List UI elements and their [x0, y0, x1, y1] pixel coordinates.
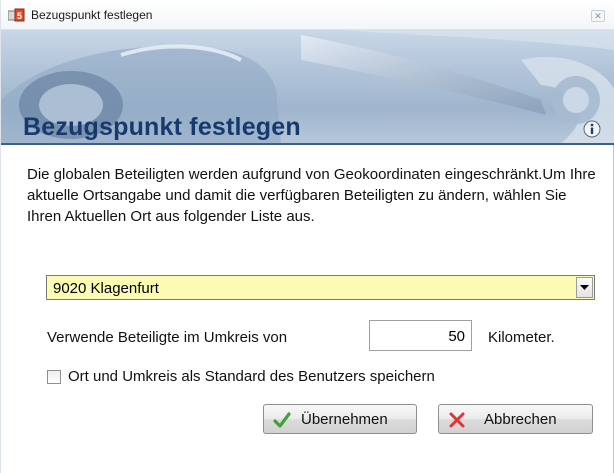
save-default-checkbox[interactable] [47, 370, 61, 384]
location-select-value: 9020 Klagenfurt [53, 280, 159, 297]
svg-text:5: 5 [17, 11, 22, 21]
close-button[interactable]: ✕ [591, 10, 605, 22]
dialog-window: 5 Bezugspunkt festlegen ✕ Bezugspunkt fe… [0, 0, 614, 473]
cancel-button-label: Abbrechen [484, 411, 557, 428]
save-default-label[interactable]: Ort und Umkreis als Standard des Benutze… [68, 368, 435, 385]
window-title: Bezugspunkt festlegen [31, 8, 153, 22]
radius-input[interactable]: 50 [369, 320, 472, 351]
close-icon[interactable]: ✕ [594, 11, 602, 21]
cancel-button[interactable]: Abbrechen [438, 404, 593, 434]
ok-button[interactable]: Übernehmen [263, 404, 417, 434]
radius-unit-label: Kilometer. [488, 329, 555, 346]
header-banner: Bezugspunkt festlegen [1, 30, 614, 143]
header-divider [1, 143, 614, 145]
cross-icon [449, 412, 465, 428]
description-text: Die globalen Beteiligten werden aufgrund… [27, 166, 596, 225]
info-icon[interactable] [583, 120, 601, 138]
title-bar[interactable]: 5 Bezugspunkt festlegen ✕ [1, 0, 614, 30]
ok-button-label: Übernehmen [301, 411, 388, 428]
chevron-down-icon [580, 285, 589, 290]
checkmark-icon [273, 412, 291, 428]
location-select[interactable]: 9020 Klagenfurt [46, 275, 595, 300]
app-icon: 5 [8, 8, 25, 22]
dropdown-button[interactable] [576, 277, 593, 298]
radius-label: Verwende Beteiligte im Umkreis von [47, 329, 288, 346]
page-title: Bezugspunkt festlegen [23, 113, 301, 141]
radius-value: 50 [448, 328, 465, 345]
